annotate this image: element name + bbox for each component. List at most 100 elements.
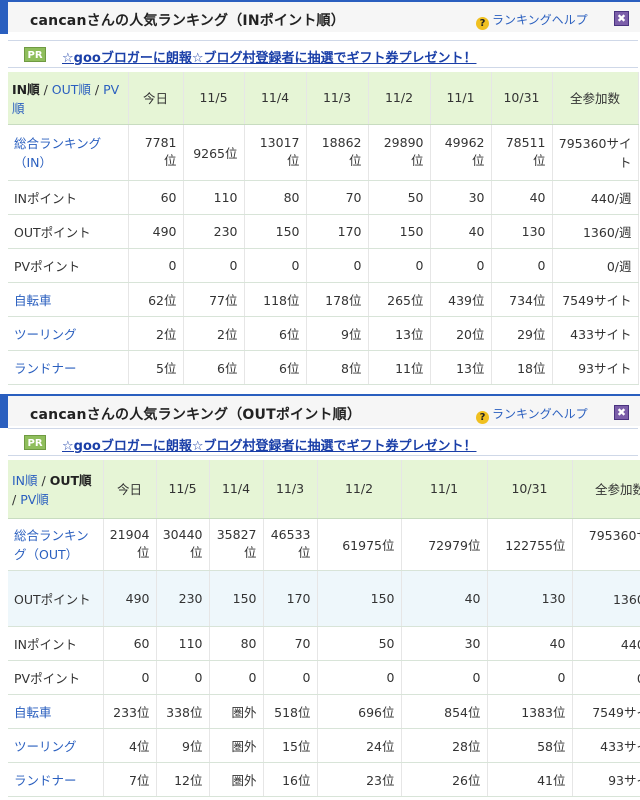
sort-separator: / (39, 81, 52, 97)
table-cell: 433サイト (572, 728, 640, 763)
table-cell: 9位 (306, 316, 369, 351)
sort-link[interactable]: PV順 (20, 492, 49, 507)
table-cell: 7549サイト (572, 694, 640, 729)
row-label: ランドナー (8, 350, 129, 385)
header-accent-bar (0, 396, 8, 428)
table-cell: 60 (103, 626, 157, 661)
category-link[interactable]: 自転車 (14, 705, 52, 720)
table-cell: 41位 (487, 762, 573, 797)
table-cell: 70 (306, 180, 369, 215)
table-row: PVポイント00000000/週 (8, 660, 640, 695)
table-cell: 20位 (430, 316, 492, 351)
table-cell: 2位 (183, 316, 245, 351)
table-cell: 46533位 (263, 518, 318, 571)
column-header: 11/2 (368, 72, 431, 125)
column-header: 今日 (128, 72, 184, 125)
pr-badge: PR (24, 47, 46, 62)
sort-current: OUT順 (49, 472, 92, 488)
table-row: 総合ランキング（IN） 7781位 9265位 13017位 18862位 29890位 4… (8, 124, 639, 181)
ranking-help-link[interactable]: ? ランキングヘルプ (476, 11, 588, 30)
table-row: 自転車 62位 77位 118位 178位 265位 439位 734位 7549サイト (8, 282, 639, 317)
table-row: 自転車 233位338位圏外518位696位854位1383位7549サイト (8, 694, 640, 729)
panel-header: cancanさんの人気ランキング（OUTポイント順） ? ランキングヘルプ ✖ (0, 394, 640, 428)
table-cell: 0 (306, 248, 369, 283)
table-cell: 49962位 (430, 124, 492, 181)
table-cell: 518位 (263, 694, 318, 729)
category-link[interactable]: ツーリング (14, 327, 77, 342)
table-cell: 13位 (368, 316, 431, 351)
row-label: 総合ランキング（OUT） (8, 518, 104, 571)
column-header: 11/4 (209, 460, 264, 519)
category-link[interactable]: 総合ランキング（IN） (14, 136, 101, 170)
table-cell: 0 (209, 660, 264, 695)
sort-selector: IN順 / OUT順 / PV順 (8, 460, 104, 519)
table-cell: 12位 (156, 762, 210, 797)
table-cell: 80 (244, 180, 307, 215)
promo-link[interactable]: ☆gooブロガーに朗報☆ブログ村登録者に抽選でギフト券プレゼント！ (62, 47, 476, 66)
table-row: ランドナー 7位12位圏外16位23位26位41位93サイト (8, 762, 640, 797)
table-cell: 0 (156, 660, 210, 695)
table-cell: 490 (103, 570, 157, 627)
table-cell: 62位 (128, 282, 184, 317)
ranking-help-link[interactable]: ? ランキングヘルプ (476, 405, 588, 424)
promo-banner: PR ☆gooブロガーに朗報☆ブログ村登録者に抽選でギフト券プレゼント！ (8, 428, 638, 456)
table-cell: 30 (401, 626, 488, 661)
table-cell: 130 (491, 214, 553, 249)
table-cell: 40 (491, 180, 553, 215)
table-cell: 490 (128, 214, 184, 249)
close-icon[interactable]: ✖ (614, 405, 629, 420)
table-cell: 23位 (317, 762, 402, 797)
table-cell: 440/週 (552, 180, 639, 215)
table-cell: 78511位 (491, 124, 553, 181)
row-label: PVポイント (8, 660, 104, 695)
table-cell: 50 (368, 180, 431, 215)
table-cell: 0 (183, 248, 245, 283)
table-cell: 6位 (183, 350, 245, 385)
table-cell: 6位 (244, 316, 307, 351)
table-row: INポイント601108070503040440/週 (8, 626, 640, 661)
header-accent-bar (0, 2, 8, 34)
category-link[interactable]: 自転車 (14, 293, 52, 308)
table-row: ツーリング 2位 2位 6位 9位 13位 20位 29位 433サイト (8, 316, 639, 351)
column-header: 10/31 (491, 72, 553, 125)
table-row: ランドナー 5位 6位 6位 8位 11位 13位 18位 93サイト (8, 350, 639, 385)
ranking-table-in: IN順 / OUT順 / PV順 今日 11/5 11/4 11/3 11/2 11/1 10… (8, 72, 639, 385)
row-label: OUTポイント (8, 570, 104, 627)
table-row: OUTポイント490230150170150401301360/週 (8, 214, 639, 249)
table-cell: 265位 (368, 282, 431, 317)
table-cell: 150 (317, 570, 402, 627)
table-cell: 0 (487, 660, 573, 695)
table-cell: 0/週 (552, 248, 639, 283)
table-cell: 150 (368, 214, 431, 249)
table-cell: 圏外 (209, 762, 264, 797)
table-cell: 150 (244, 214, 307, 249)
table-cell: 21904位 (103, 518, 157, 571)
promo-link[interactable]: ☆gooブロガーに朗報☆ブログ村登録者に抽選でギフト券プレゼント！ (62, 435, 476, 454)
table-cell: 734位 (491, 282, 553, 317)
category-link[interactable]: ランドナー (14, 773, 77, 788)
table-cell: 1360/週 (572, 570, 640, 627)
panel-title: cancanさんの人気ランキング（OUTポイント順） (30, 407, 362, 423)
sort-link[interactable]: OUT順 (52, 82, 91, 97)
table-cell: 15位 (263, 728, 318, 763)
ranking-panel-in: cancanさんの人気ランキング（INポイント順） ? ランキングヘルプ ✖ PR… (0, 0, 640, 386)
category-link[interactable]: ランドナー (14, 361, 77, 376)
close-icon[interactable]: ✖ (614, 11, 629, 26)
row-label: PVポイント (8, 248, 129, 283)
table-cell: 118位 (244, 282, 307, 317)
table-cell: 0/週 (572, 660, 640, 695)
table-cell: 178位 (306, 282, 369, 317)
table-cell: 433サイト (552, 316, 639, 351)
help-icon: ? (476, 411, 489, 424)
column-header: 11/5 (183, 72, 245, 125)
sort-link[interactable]: IN順 (12, 473, 38, 488)
row-label: ツーリング (8, 728, 104, 763)
table-cell: 0 (368, 248, 431, 283)
category-link[interactable]: 総合ランキング（OUT） (14, 528, 89, 562)
table-cell: 93サイト (552, 350, 639, 385)
category-link[interactable]: ツーリング (14, 739, 77, 754)
table-cell: 7549サイト (552, 282, 639, 317)
table-cell: 854位 (401, 694, 488, 729)
sort-current: IN順 (12, 81, 40, 97)
table-cell: 29位 (491, 316, 553, 351)
